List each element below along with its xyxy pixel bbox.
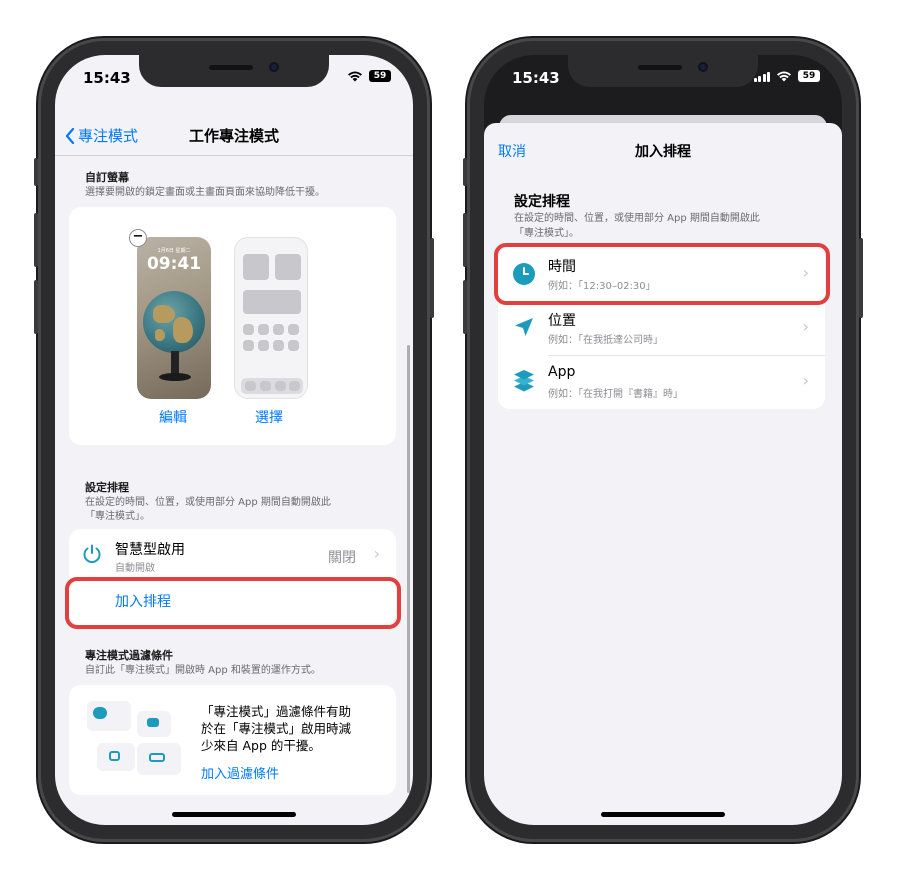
smart-activation-value: 關閉 <box>328 550 356 566</box>
volume-down-button <box>463 280 467 334</box>
chevron-right-icon: › <box>802 371 809 390</box>
nav-divider <box>55 155 413 156</box>
mail-icon <box>147 718 159 727</box>
chevron-right-icon: › <box>373 544 380 563</box>
filters-desc: 自訂此「專注模式」開啟時 App 和裝置的運作方式。 <box>85 665 321 676</box>
schedule-desc-2: 「專注模式」。 <box>85 511 150 522</box>
globe-image <box>143 291 205 353</box>
left-screen: 15:43 59 專注模式 工作專注模式 自訂螢幕 選擇要開啟的鎖定畫面或主畫面… <box>55 55 413 825</box>
home-indicator[interactable] <box>601 812 725 817</box>
option-location-title: 位置 <box>548 313 576 329</box>
schedule-title: 設定排程 <box>85 481 129 494</box>
wifi-icon <box>348 71 362 82</box>
filters-text-3: 少來自 App 的干擾。 <box>201 738 321 753</box>
right-phone: 15:43 59 取消 加入排程 設定排程 在設定的時間、位置，或使用部分 Ap… <box>463 38 863 842</box>
battery-icon: 59 <box>369 70 391 82</box>
lock-screen-preview[interactable]: 1月6日 星期二 09:41 <box>137 237 211 399</box>
power-button <box>859 238 863 318</box>
app-stack-icon <box>514 370 534 392</box>
notch <box>139 55 329 87</box>
power-icon <box>83 544 101 563</box>
home-screen-preview[interactable] <box>234 237 308 399</box>
highlight-time-row <box>494 243 830 305</box>
status-time: 15:43 <box>512 69 560 87</box>
add-schedule-sheet: 取消 加入排程 設定排程 在設定的時間、位置，或使用部分 App 期間自動開啟此… <box>484 123 842 825</box>
option-row-app[interactable]: App 例如：「在我打開『書籍』時」 › <box>498 355 825 409</box>
edit-link[interactable]: 編輯 <box>159 407 187 427</box>
option-app-title: App <box>548 364 576 380</box>
left-phone: 15:43 59 專注模式 工作專注模式 自訂螢幕 選擇要開啟的鎖定畫面或主畫面… <box>34 38 434 842</box>
notch <box>568 55 758 87</box>
option-location-sub: 例如：「在我抵達公司時」 <box>548 335 663 346</box>
volume-up-button <box>34 213 38 267</box>
lock-date: 1月6日 星期二 <box>157 248 191 254</box>
battery-icon: 59 <box>798 70 820 82</box>
scrollbar[interactable] <box>407 345 410 793</box>
filters-text-2: 於在「專注模式」啟用時減 <box>201 721 352 736</box>
filters-title: 專注模式過濾條件 <box>85 649 173 662</box>
wifi-icon <box>777 71 791 82</box>
home-indicator[interactable] <box>172 812 296 817</box>
status-time: 15:43 <box>83 69 131 87</box>
option-app-sub: 例如：「在我打開『書籍』時」 <box>548 389 683 400</box>
smart-activation-title: 智慧型啟用 <box>115 542 185 558</box>
mute-switch <box>463 158 467 186</box>
location-arrow-icon <box>515 318 533 336</box>
filters-card: 「專注模式」過濾條件有助 於在「專注模式」啟用時減 少來自 App 的干擾。 加… <box>69 685 396 795</box>
volume-up-button <box>463 213 467 267</box>
section-desc-2: 「專注模式」。 <box>514 228 579 239</box>
message-icon <box>93 707 107 719</box>
add-filter-button[interactable]: 加入過濾條件 <box>201 763 279 782</box>
section-desc-1: 在設定的時間、位置，或使用部分 App 期間自動開啟此 <box>514 213 760 224</box>
smart-activation-row[interactable]: 智慧型啟用 自動開啟 關閉 › <box>69 529 396 579</box>
custom-screen-desc: 選擇要開啟的鎖定畫面或主畫面頁面來協助降低干擾。 <box>85 187 325 198</box>
volume-down-button <box>34 280 38 334</box>
highlight-add-schedule <box>65 577 401 629</box>
section-title: 設定排程 <box>514 194 570 210</box>
battery-small-icon <box>149 753 165 762</box>
smart-activation-sub: 自動開啟 <box>115 563 155 574</box>
calendar-icon <box>109 751 120 761</box>
power-button <box>430 238 434 318</box>
option-row-location[interactable]: 位置 例如：「在我抵達公司時」 › <box>498 301 825 355</box>
nav-bar: 專注模式 工作專注模式 <box>55 115 413 155</box>
custom-screen-card: 1月6日 星期二 09:41 − 編輯 選擇 <box>69 207 396 445</box>
lock-time: 09:41 <box>146 254 202 274</box>
mute-switch <box>34 158 38 186</box>
right-screen: 15:43 59 取消 加入排程 設定排程 在設定的時間、位置，或使用部分 Ap… <box>484 55 842 825</box>
choose-link[interactable]: 選擇 <box>255 407 283 427</box>
chevron-right-icon: › <box>802 317 809 336</box>
schedule-desc-1: 在設定的時間、位置，或使用部分 App 期間自動開啟此 <box>85 497 331 508</box>
custom-screen-title: 自訂螢幕 <box>85 171 129 184</box>
filters-text-1: 「專注模式」過濾條件有助 <box>201 704 352 719</box>
page-title: 工作專注模式 <box>188 127 279 145</box>
remove-icon[interactable]: − <box>129 229 147 247</box>
sheet-title: 加入排程 <box>635 144 691 160</box>
